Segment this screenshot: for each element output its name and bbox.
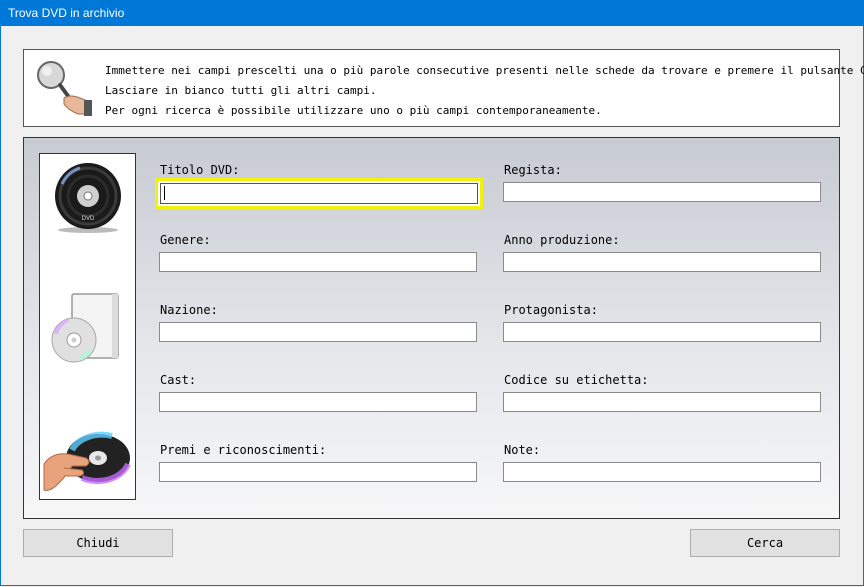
protagonista-input[interactable] [503, 322, 821, 342]
note-label: Note: [504, 443, 541, 457]
titolo-label: Titolo DVD: [160, 163, 240, 177]
text-caret [164, 186, 165, 200]
magnifier-icon [37, 61, 92, 116]
regista-input[interactable] [503, 182, 821, 202]
anno-label: Anno produzione: [504, 233, 620, 247]
nazione-label: Nazione: [160, 303, 218, 317]
dvd-case-icon [51, 293, 119, 363]
search-button[interactable]: Cerca [690, 529, 840, 557]
info-line: Immettere nei campi prescelti una o più … [105, 64, 864, 77]
cast-label: Cast: [160, 373, 197, 387]
info-box: Immettere nei campi prescelti una o più … [23, 49, 864, 127]
dvd-disc-label: DVD [82, 216, 95, 222]
info-text: Immettere nei campi prescelti una o più … [105, 61, 864, 121]
window-title: Trova DVD in archivio [8, 6, 125, 20]
codice-label: Codice su etichetta: [504, 373, 649, 387]
premi-label: Premi e riconoscimenti: [160, 443, 327, 457]
genere-input[interactable] [159, 252, 477, 272]
info-line: Per ogni ricerca è possibile utilizzare … [105, 104, 602, 117]
titolo-focus-ring [155, 178, 483, 209]
premi-input[interactable] [159, 462, 477, 482]
close-button[interactable]: Chiudi [23, 529, 173, 557]
regista-label: Regista: [504, 163, 562, 177]
genere-label: Genere: [160, 233, 211, 247]
window-titlebar[interactable]: Trova DVD in archivio [0, 0, 864, 26]
info-line: Lasciare in bianco tutti gli altri campi… [105, 84, 377, 97]
cast-input[interactable] [159, 392, 477, 412]
nazione-input[interactable] [159, 322, 477, 342]
anno-input[interactable] [503, 252, 821, 272]
protagonista-label: Protagonista: [504, 303, 598, 317]
dvd-disc-icon: DVD [55, 163, 121, 233]
note-input[interactable] [503, 462, 821, 482]
titolo-input[interactable] [160, 183, 478, 204]
image-column: DVD [39, 153, 136, 500]
codice-input[interactable] [503, 392, 821, 412]
hand-disc-icon [43, 431, 131, 491]
